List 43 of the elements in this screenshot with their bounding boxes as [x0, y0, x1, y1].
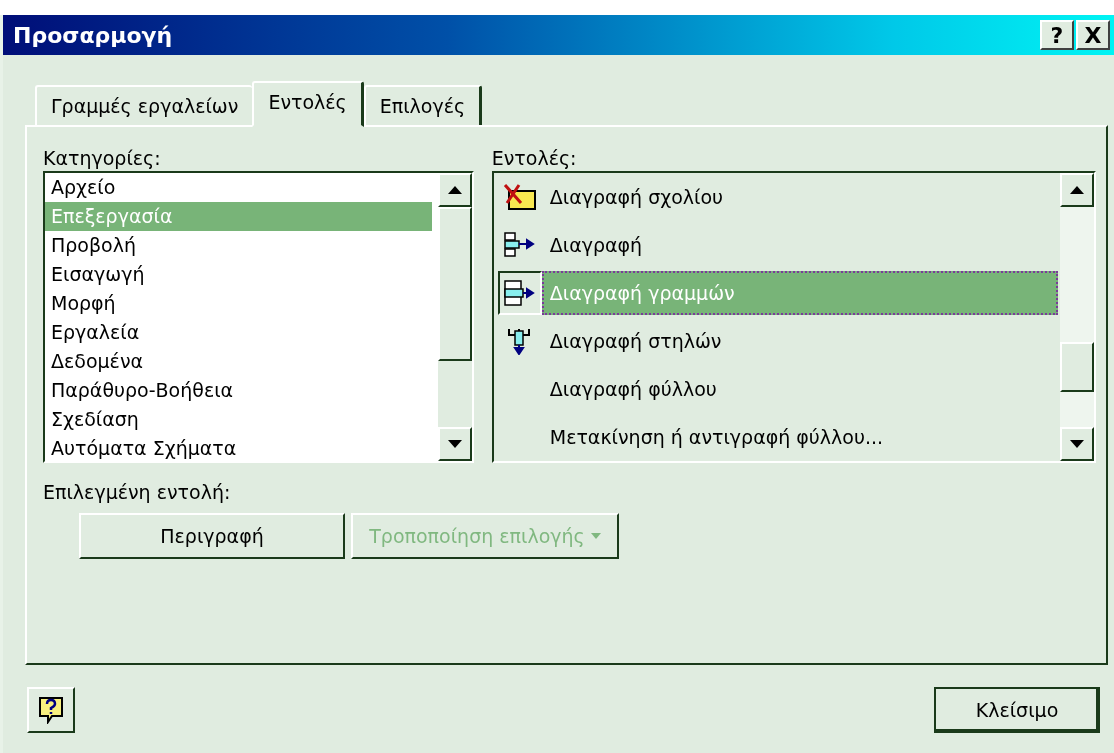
- help-button[interactable]: [27, 687, 75, 733]
- help-button[interactable]: ?: [1040, 20, 1074, 50]
- delete-rows-icon: [502, 279, 537, 307]
- delete-cells-icon: [502, 231, 537, 259]
- category-item[interactable]: Αυτόματα Σχήματα: [45, 434, 432, 461]
- command-item[interactable]: Διαγραφή φύλλου: [541, 367, 1058, 411]
- command-item[interactable]: Διαγραφή: [541, 223, 1058, 267]
- scroll-up-button[interactable]: [1060, 173, 1094, 207]
- categories-label: Κατηγορίες:: [43, 146, 162, 171]
- scrollbar[interactable]: [437, 173, 472, 461]
- tab[interactable]: Εντολές: [252, 81, 364, 127]
- tab[interactable]: Γραμμές εργαλείων: [35, 85, 253, 125]
- scroll-thumb[interactable]: [1060, 342, 1094, 392]
- selected-command-label: Επιλεγμένη εντολή:: [43, 480, 232, 505]
- category-item[interactable]: Σχεδίαση: [45, 405, 432, 434]
- close-button[interactable]: X: [1076, 20, 1110, 50]
- description-button[interactable]: Περιγραφή: [79, 513, 345, 559]
- down-arrow-icon: [447, 440, 462, 448]
- scroll-down-button[interactable]: [437, 427, 472, 461]
- category-item[interactable]: Εργαλεία: [45, 318, 432, 347]
- category-item[interactable]: Μορφή: [45, 289, 432, 318]
- category-item[interactable]: Προβολή: [45, 231, 432, 260]
- down-arrow-icon: [1070, 440, 1084, 448]
- caret-icon: [590, 533, 601, 539]
- command-item[interactable]: Διαγραφή σχολίου: [541, 175, 1058, 219]
- up-arrow-icon: [1070, 186, 1084, 194]
- command-item[interactable]: Διαγραφή στηλών: [541, 319, 1058, 363]
- scroll-thumb[interactable]: [437, 207, 472, 361]
- command-item[interactable]: Μετακίνηση ή αντιγραφή φύλλου...: [541, 415, 1058, 459]
- category-item[interactable]: Εισαγωγή: [45, 260, 432, 289]
- scroll-up-button[interactable]: [437, 173, 472, 207]
- window-title: Προσαρμογή: [13, 22, 173, 48]
- up-arrow-icon: [447, 186, 462, 194]
- commands-label: Εντολές:: [491, 146, 578, 171]
- tab[interactable]: Επιλογές: [363, 85, 483, 125]
- comment-delete-icon: [502, 183, 537, 211]
- scroll-down-button[interactable]: [1060, 427, 1094, 461]
- scrollbar[interactable]: [1060, 173, 1094, 461]
- close-button[interactable]: Κλείσιμο: [934, 687, 1100, 733]
- category-item[interactable]: Δεδομένα: [45, 347, 432, 376]
- category-item[interactable]: Αρχείο: [45, 173, 432, 202]
- category-item[interactable]: Παράθυρο-Βοήθεια: [45, 376, 432, 405]
- help-balloon-icon: [38, 696, 64, 724]
